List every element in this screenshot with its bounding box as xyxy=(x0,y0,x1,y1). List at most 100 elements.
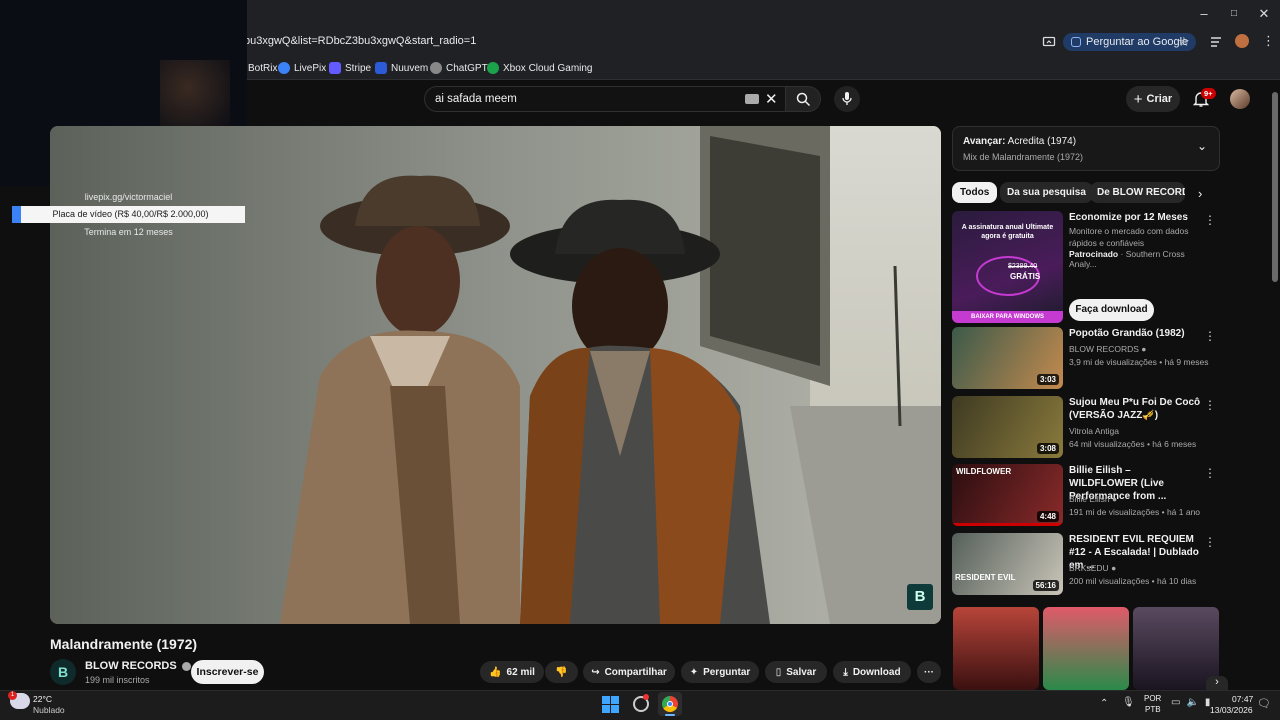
ad-title: Economize por 12 Meses xyxy=(1069,212,1188,223)
windows-start-icon[interactable] xyxy=(602,696,619,713)
search-button[interactable] xyxy=(785,86,821,112)
sponsored-item[interactable]: A assinatura anual Ultimate agora é grat… xyxy=(952,211,1216,323)
language-indicator[interactable]: POR xyxy=(1144,694,1161,703)
bookmark-livepix[interactable]: LivePix xyxy=(278,60,326,76)
subscribe-button[interactable]: Inscrever-se xyxy=(191,660,264,684)
list-item[interactable]: 3:03 Popotão Grandão (1982) BLOW RECORDS… xyxy=(952,327,1216,391)
chevron-down-icon[interactable]: ⌄ xyxy=(1197,139,1207,153)
account-avatar[interactable] xyxy=(1230,89,1250,109)
keyboard-layout-indicator[interactable]: PTB xyxy=(1145,705,1161,714)
scrollbar-thumb[interactable] xyxy=(1272,92,1278,282)
dislike-button[interactable]: 👎 xyxy=(545,661,578,683)
save-button[interactable]: ▯ Salvar xyxy=(765,661,827,683)
item-menu-icon[interactable]: ⋮ xyxy=(1204,466,1216,480)
video-thumbnail[interactable]: 3:03 xyxy=(952,327,1063,389)
search-input[interactable]: ai safada meem ✕ xyxy=(424,86,785,112)
recording-app-icon[interactable] xyxy=(633,694,649,712)
filter-chip-all[interactable]: Todos xyxy=(952,182,998,203)
video-title: Sujou Meu P*u Foi De Cocô (VERSÃO JAZZ🎺) xyxy=(1069,397,1201,421)
bookmark-label: Nuuvem xyxy=(391,62,429,74)
browser-menu-icon[interactable]: ⋮ xyxy=(1262,33,1275,49)
maximize-button[interactable]: □ xyxy=(1222,4,1246,24)
ask-google-label: Perguntar ao Google xyxy=(1086,36,1189,48)
voice-search-button[interactable] xyxy=(834,86,860,112)
microphone-icon xyxy=(842,92,852,105)
create-button[interactable]: + Criar xyxy=(1126,86,1180,112)
chevron-right-icon[interactable]: › xyxy=(1198,186,1202,201)
list-item[interactable]: WILDFLOWER 4:48 Billie Eilish – WILDFLOW… xyxy=(952,464,1216,528)
video-thumbnail[interactable]: 3:08 xyxy=(952,396,1063,458)
notification-count-badge: 9+ xyxy=(1201,88,1216,99)
cast-icon[interactable] xyxy=(1042,35,1056,49)
channel-avatar[interactable]: B xyxy=(50,659,76,685)
reading-list-icon[interactable] xyxy=(1210,35,1224,47)
channel-name[interactable]: BLOW RECORDS xyxy=(85,660,191,672)
up-next-title: Acredita (1974) xyxy=(1007,136,1077,147)
filter-chip-search[interactable]: Da sua pesquisa xyxy=(1000,182,1093,203)
close-window-button[interactable]: ✕ xyxy=(1252,4,1276,24)
ad-thumbnail[interactable]: A assinatura anual Ultimate agora é grat… xyxy=(952,211,1063,323)
ad-thumb-footer: BAIXAR PARA WINDOWS xyxy=(952,311,1063,323)
bookmark-label: Stripe xyxy=(345,62,372,74)
ad-thumb-price: $2399.40 xyxy=(1008,263,1038,270)
bookmark-nuuvem[interactable]: Nuuvem xyxy=(375,60,428,76)
more-actions-button[interactable]: ··· xyxy=(917,661,941,683)
bookmark-star-icon[interactable]: ☆ xyxy=(1178,34,1190,50)
video-duration: 3:03 xyxy=(1036,374,1059,385)
system-tray[interactable]: ▭ 🔈 ▮ xyxy=(1171,697,1210,708)
bookmark-chatgpt[interactable]: ChatGPT xyxy=(430,60,488,76)
address-bar-url[interactable]: bu3xgwQ&list=RDbcZ3bu3xgwQ&start_radio=1 xyxy=(244,35,476,47)
video-duration: 4:48 xyxy=(1036,511,1059,522)
bookmark-stripe[interactable]: Stripe xyxy=(329,60,371,76)
video-thumbnail[interactable]: RESIDENT EVIL 56:16 xyxy=(952,533,1063,595)
ad-download-button[interactable]: Faça download xyxy=(1069,299,1154,321)
tray-overflow-icon[interactable]: ⌃ xyxy=(1100,698,1108,709)
bookmark-label: BotRix xyxy=(248,62,278,74)
search-input-value: ai safada meem xyxy=(435,93,517,105)
video-thumbnail[interactable]: WILDFLOWER 4:48 xyxy=(952,464,1063,526)
weather-icon[interactable]: 1 xyxy=(8,691,30,709)
video-meta: 191 mi de visualizações • há 1 ano xyxy=(1069,507,1201,517)
channel-watermark[interactable]: B xyxy=(907,584,933,610)
ad-sponsor-line: Patrocinado · Southern Cross Analy... xyxy=(1069,249,1212,269)
bookmark-xbox-cloud-gaming[interactable]: Xbox Cloud Gaming xyxy=(487,60,593,76)
ask-button[interactable]: ✦ Perguntar xyxy=(681,661,759,683)
download-label: Download xyxy=(852,666,901,678)
thumb-caption: WILDFLOWER xyxy=(956,467,1012,476)
share-button[interactable]: ↪ Compartilhar xyxy=(583,661,675,683)
short-thumbnail[interactable] xyxy=(1133,607,1219,690)
page-scrollbar[interactable] xyxy=(1270,80,1280,690)
filter-chip-channel[interactable]: De BLOW RECORDS xyxy=(1090,182,1185,203)
download-button[interactable]: ⤓ Download xyxy=(833,661,911,683)
list-item[interactable]: RESIDENT EVIL 56:16 RESIDENT EVIL REQUIE… xyxy=(952,533,1216,597)
tray-mic-icon[interactable]: 🎙 xyxy=(1122,697,1135,708)
clock-date[interactable]: 13/03/2026 xyxy=(1210,705,1253,715)
list-item[interactable]: 3:08 Sujou Meu P*u Foi De Cocô (VERSÃO J… xyxy=(952,396,1216,460)
notification-center-icon[interactable]: 🗨 xyxy=(1257,697,1271,710)
ad-description: Monitore o mercado com dados rápidos e c… xyxy=(1069,226,1189,248)
clear-search-icon[interactable]: ✕ xyxy=(765,90,778,108)
video-title: Malandramente (1972) xyxy=(50,636,198,652)
notifications-button[interactable]: 9+ xyxy=(1192,88,1216,108)
like-button[interactable]: 👍 62 mil xyxy=(480,661,544,683)
chrome-taskbar-button[interactable] xyxy=(658,692,682,716)
minimize-button[interactable]: – xyxy=(1192,4,1216,24)
profile-avatar[interactable] xyxy=(1235,34,1249,48)
ask-google-button[interactable]: Perguntar ao Google xyxy=(1063,33,1197,51)
item-menu-icon[interactable]: ⋮ xyxy=(1204,535,1216,549)
keyboard-icon[interactable] xyxy=(745,94,759,104)
search-icon xyxy=(796,92,811,107)
thumb-caption: RESIDENT EVIL xyxy=(955,573,1016,582)
short-thumbnail[interactable] xyxy=(1043,607,1129,690)
google-lens-icon xyxy=(1071,37,1081,47)
clock-time[interactable]: 07:47 xyxy=(1232,694,1253,704)
short-thumbnail[interactable] xyxy=(953,607,1039,690)
ad-thumb-free: GRÁTIS xyxy=(1010,272,1041,281)
ad-menu-icon[interactable]: ⋮ xyxy=(1204,213,1216,227)
playlist-panel[interactable]: Avançar: Acredita (1974) Mix de Malandra… xyxy=(952,126,1220,171)
shorts-next-icon[interactable]: › xyxy=(1206,676,1228,690)
item-menu-icon[interactable]: ⋮ xyxy=(1204,329,1216,343)
weather-temp: 22°C xyxy=(33,694,52,704)
item-menu-icon[interactable]: ⋮ xyxy=(1204,398,1216,412)
verified-icon: ● xyxy=(1112,494,1118,504)
